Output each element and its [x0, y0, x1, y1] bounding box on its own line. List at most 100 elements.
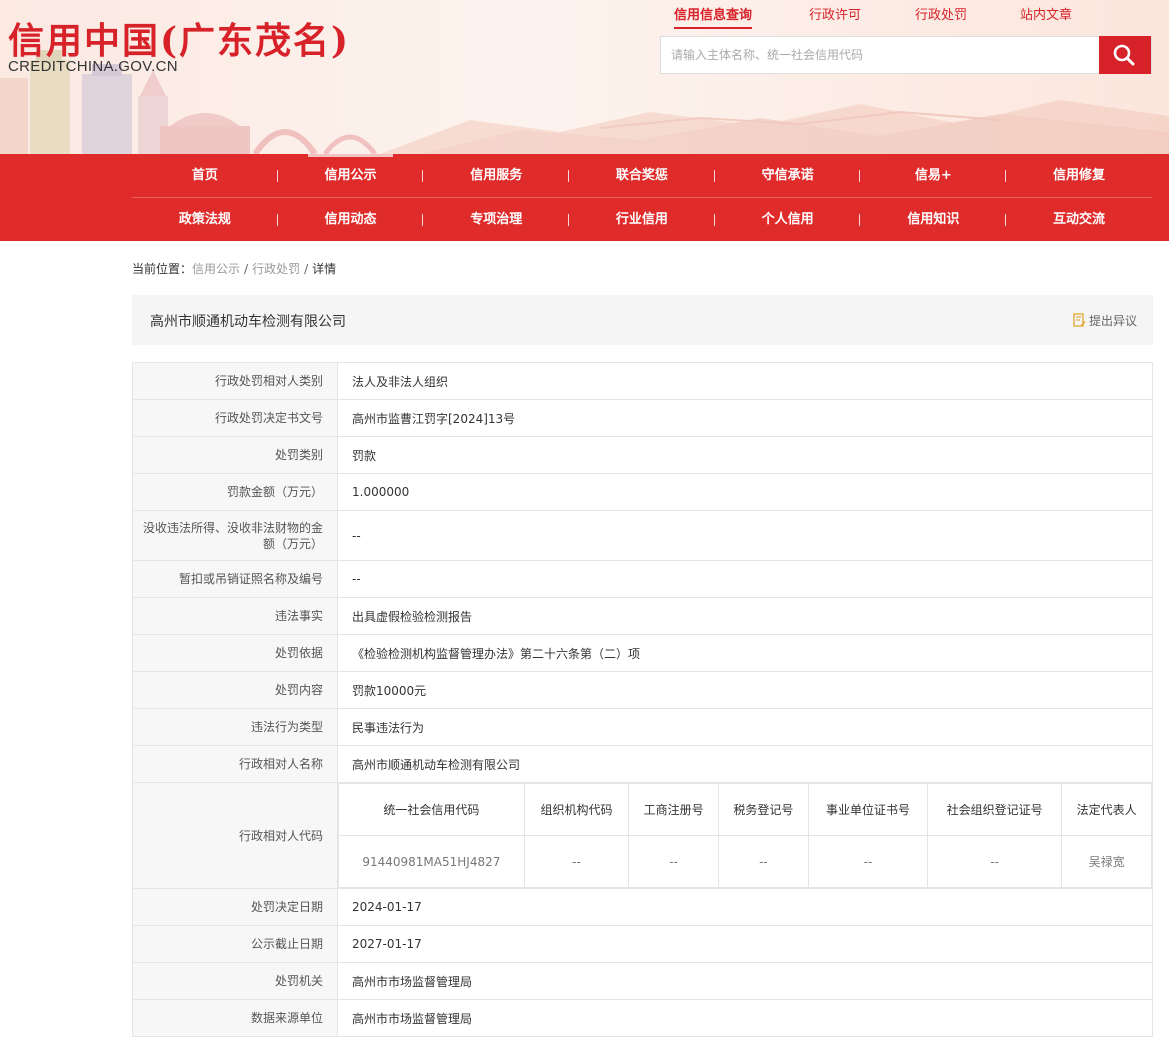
table-row: 行政相对人名称 高州市顺通机动车检测有限公司: [132, 745, 1153, 783]
field-value: 2027-01-17: [337, 925, 1153, 963]
table-row: 处罚依据 《检验检测机构监督管理办法》第二十六条第（二）项: [132, 634, 1153, 672]
nav-item-special-governance[interactable]: 专项治理: [423, 198, 570, 241]
field-label: 暂扣或吊销证照名称及编号: [132, 560, 338, 598]
detail-title-bar: 高州市顺通机动车检测有限公司 提出异议: [132, 295, 1153, 345]
field-value: 1.000000: [337, 473, 1153, 511]
breadcrumb-label: 当前位置：: [132, 262, 193, 276]
field-value: --: [337, 510, 1153, 561]
nav-item-credit-knowledge[interactable]: 信用知识: [861, 198, 1007, 241]
breadcrumb-separator: /: [244, 262, 249, 276]
code-value-business-reg: --: [628, 835, 720, 888]
field-label: 违法行为类型: [132, 708, 338, 746]
search-button[interactable]: [1099, 36, 1151, 74]
nav-row-2: 政策法规 信用动态 专项治理 行业信用 个人信用 信用知识 互动交流: [132, 198, 1152, 241]
field-label: 行政处罚决定书文号: [132, 399, 338, 437]
field-label: 没收违法所得、没收非法财物的金额（万元）: [132, 510, 338, 561]
field-label: 违法事实: [132, 597, 338, 635]
raise-objection-label: 提出异议: [1088, 314, 1137, 328]
top-links: 信用信息查询 行政许可 行政处罚 站内文章: [660, 4, 1150, 29]
field-value: 《检验检测机构监督管理办法》第二十六条第（二）项: [337, 634, 1153, 672]
field-label: 行政相对人名称: [132, 745, 338, 783]
nav-item-credit-news[interactable]: 信用动态: [278, 198, 424, 241]
field-label: 行政处罚相对人类别: [132, 362, 338, 400]
search-box: [660, 36, 1152, 74]
field-value: 高州市市场监督管理局: [337, 999, 1153, 1037]
nav-item-joint-reward-punishment[interactable]: 联合奖惩: [569, 154, 715, 197]
field-label: 行政相对人代码: [132, 782, 338, 889]
breadcrumb-admin-penalty[interactable]: 行政处罚: [252, 262, 300, 276]
field-label: 公示截止日期: [132, 925, 338, 963]
field-label: 处罚决定日期: [132, 888, 338, 926]
site-logo-domain: CREDITCHINA.GOV.CN: [8, 58, 178, 75]
field-value: 高州市市场监督管理局: [337, 962, 1153, 1000]
top-link-credit-query[interactable]: 信用信息查询: [674, 4, 753, 29]
field-value: 高州市监曹江罚字[2024]13号: [337, 399, 1153, 437]
table-row: 数据来源单位 高州市市场监督管理局: [132, 999, 1153, 1037]
nav-item-xinyi-plus[interactable]: 信易+: [861, 154, 1007, 197]
table-row: 处罚机关 高州市市场监督管理局: [132, 962, 1153, 1000]
code-value-institution-cert: --: [807, 835, 929, 888]
code-header-legal-rep: 法定代表人: [1061, 783, 1152, 836]
raise-objection-button[interactable]: 提出异议: [1073, 312, 1137, 329]
document-edit-icon: [1073, 313, 1086, 327]
field-label: 处罚依据: [132, 634, 338, 672]
search-input[interactable]: [661, 37, 1101, 73]
breadcrumb-separator: /: [304, 262, 309, 276]
breadcrumb-credit-publicity[interactable]: 信用公示: [192, 262, 240, 276]
field-value: 高州市顺通机动车检测有限公司: [337, 745, 1153, 783]
site-logo-title[interactable]: 信用中国(广东茂名): [8, 12, 350, 64]
top-link-admin-penalty[interactable]: 行政处罚: [915, 4, 967, 23]
penalty-detail-table: 行政处罚相对人类别 法人及非法人组织 行政处罚决定书文号 高州市监曹江罚字[20…: [132, 362, 1153, 1037]
company-title: 高州市顺通机动车检测有限公司: [150, 314, 346, 330]
nav-item-policies[interactable]: 政策法规: [132, 198, 278, 241]
code-value-legal-rep: 吴禄宽: [1061, 835, 1152, 888]
table-row: 行政处罚决定书文号 高州市监曹江罚字[2024]13号: [132, 399, 1153, 437]
table-row: 行政相对人代码 统一社会信用代码 组织机构代码 工商注册号 税务登记号 事业单位…: [132, 782, 1153, 889]
nav-item-interaction[interactable]: 互动交流: [1006, 198, 1152, 241]
nav-item-trust-commitment[interactable]: 守信承诺: [715, 154, 861, 197]
nav-item-industry-credit[interactable]: 行业信用: [569, 198, 715, 241]
field-value: 出具虚假检验检测报告: [337, 597, 1153, 635]
table-row: 处罚类别 罚款: [132, 436, 1153, 474]
table-row: 公示截止日期 2027-01-17: [132, 925, 1153, 963]
field-label: 数据来源单位: [132, 999, 338, 1037]
code-header-social-org-cert: 社会组织登记证号: [927, 783, 1063, 836]
search-icon: [1113, 44, 1135, 66]
table-row: 暂扣或吊销证照名称及编号 --: [132, 560, 1153, 598]
nav-item-credit-repair[interactable]: 信用修复: [1006, 154, 1152, 197]
nav-item-credit-service[interactable]: 信用服务: [423, 154, 570, 197]
code-subtable-cell: 统一社会信用代码 组织机构代码 工商注册号 税务登记号 事业单位证书号 社会组织…: [337, 782, 1153, 889]
breadcrumb: 当前位置：信用公示 / 行政处罚 / 详情: [132, 260, 336, 277]
field-label: 处罚类别: [132, 436, 338, 474]
field-value: 法人及非法人组织: [337, 362, 1153, 400]
field-value: 2024-01-17: [337, 888, 1153, 926]
code-value-social-org-cert: --: [927, 835, 1063, 888]
breadcrumb-current: 详情: [312, 262, 337, 276]
code-header-uscc: 统一社会信用代码: [338, 783, 525, 836]
main-nav: 首页 信用公示 信用服务 联合奖惩 守信承诺 信易+ 信用修复 政策法规 信用动…: [0, 154, 1169, 241]
code-subtable: 统一社会信用代码 组织机构代码 工商注册号 税务登记号 事业单位证书号 社会组织…: [338, 783, 1152, 888]
field-label: 罚款金额（万元）: [132, 473, 338, 511]
code-value-tax-reg: --: [718, 835, 809, 888]
table-row: 行政处罚相对人类别 法人及非法人组织: [132, 362, 1153, 400]
table-row: 没收违法所得、没收非法财物的金额（万元） --: [132, 510, 1153, 561]
code-header-tax-reg: 税务登记号: [718, 783, 809, 836]
nav-row-1: 首页 信用公示 信用服务 联合奖惩 守信承诺 信易+ 信用修复: [132, 154, 1152, 197]
nav-item-home[interactable]: 首页: [132, 154, 278, 197]
site-header: 信用中国(广东茂名) CREDITCHINA.GOV.CN 信用信息查询 行政许…: [0, 0, 1169, 154]
field-value: 罚款10000元: [337, 671, 1153, 709]
field-value: 民事违法行为: [337, 708, 1153, 746]
code-header-institution-cert: 事业单位证书号: [807, 783, 929, 836]
table-row: 处罚决定日期 2024-01-17: [132, 888, 1153, 926]
field-value: 罚款: [337, 436, 1153, 474]
nav-item-credit-publicity[interactable]: 信用公示: [278, 154, 424, 197]
field-label: 处罚内容: [132, 671, 338, 709]
code-value-uscc: 91440981MA51HJ4827: [338, 835, 525, 888]
top-link-admin-license[interactable]: 行政许可: [809, 4, 861, 23]
nav-item-personal-credit[interactable]: 个人信用: [715, 198, 861, 241]
code-header-org-code: 组织机构代码: [523, 783, 630, 836]
code-value-org-code: --: [523, 835, 630, 888]
field-value: --: [337, 560, 1153, 598]
code-header-business-reg: 工商注册号: [628, 783, 720, 836]
top-link-site-articles[interactable]: 站内文章: [1020, 4, 1072, 23]
